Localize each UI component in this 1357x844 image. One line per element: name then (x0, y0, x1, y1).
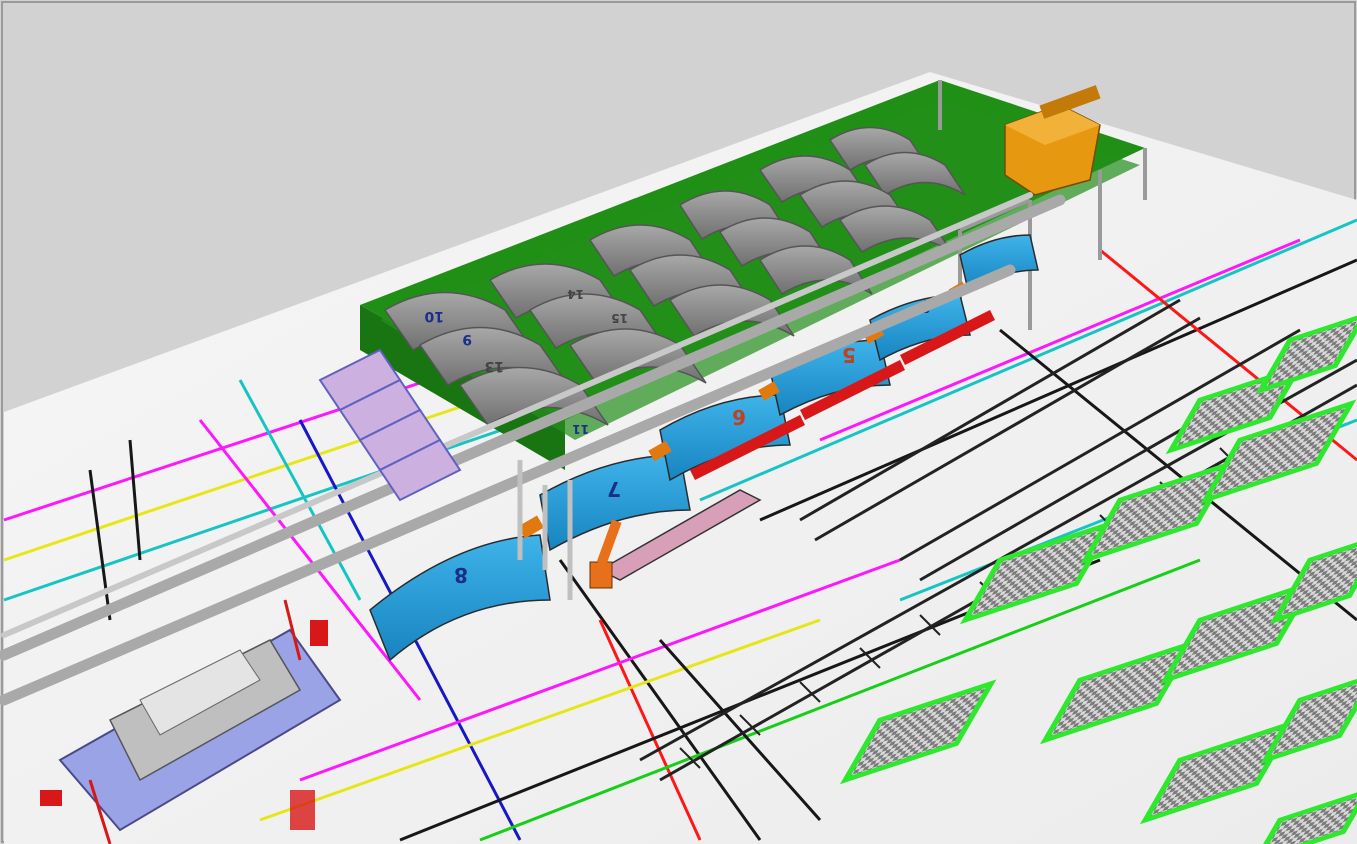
factory-layout-scene[interactable]: 10 9 13 11 14 15 8 7 6 5 (0, 0, 1357, 844)
shell-label-14: 14 (567, 287, 584, 301)
bay-label-6: 6 (732, 405, 746, 429)
shell-label-15: 15 (611, 311, 628, 325)
shell-label-11: 11 (572, 422, 589, 436)
bay-label-7: 7 (607, 477, 621, 501)
3d-viewport[interactable]: 10 9 13 11 14 15 8 7 6 5 (0, 0, 1357, 844)
shell-label-10: 10 (424, 308, 444, 324)
shell-label-13: 13 (485, 358, 504, 374)
shell-label-9: 9 (462, 331, 472, 347)
bay-label-8: 8 (454, 563, 468, 587)
